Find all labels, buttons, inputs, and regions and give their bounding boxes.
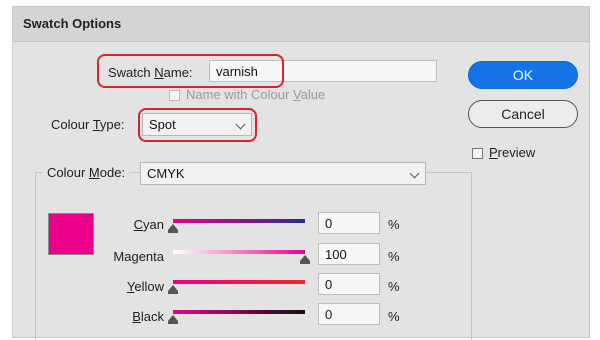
black-slider[interactable] [173, 310, 305, 314]
yellow-unit: % [388, 279, 400, 294]
yellow-slider[interactable] [173, 280, 305, 284]
black-input[interactable] [318, 303, 380, 325]
swatch-name-label: Swatch Name: [108, 65, 193, 80]
cyan-unit: % [388, 217, 400, 232]
preview-label: Preview [489, 145, 536, 160]
name-with-colour-value-checkbox[interactable] [169, 90, 180, 101]
colour-mode-label: Colour Mode: [43, 165, 130, 180]
colour-type-label: Colour Type: [51, 117, 125, 132]
chevron-down-icon [235, 119, 246, 130]
cyan-input[interactable] [318, 212, 380, 234]
ok-button[interactable]: OK [468, 61, 578, 89]
cyan-slider[interactable] [173, 219, 305, 223]
yellow-input[interactable] [318, 273, 380, 295]
magenta-label: Magenta [113, 249, 164, 264]
black-label: Black [132, 309, 164, 324]
cyan-label: Cyan [133, 217, 164, 232]
magenta-unit: % [388, 249, 400, 264]
name-with-colour-value-label: Name with Colour Value [186, 87, 326, 102]
black-slider-thumb[interactable] [168, 315, 178, 324]
magenta-slider[interactable] [173, 250, 305, 254]
swatch-color-preview [48, 213, 94, 255]
preview-checkbox[interactable] [472, 148, 483, 159]
swatch-name-input[interactable] [209, 60, 437, 82]
colour-mode-select[interactable]: CMYK [140, 162, 426, 185]
colour-mode-value: CMYK [147, 166, 185, 181]
black-unit: % [388, 309, 400, 324]
magenta-input[interactable] [318, 243, 380, 265]
cancel-button[interactable]: Cancel [468, 100, 578, 128]
colour-type-select[interactable]: Spot [142, 113, 252, 136]
swatch-options-dialog: Swatch Options Swatch Name: Name with Co… [12, 6, 590, 340]
chevron-down-icon [409, 168, 420, 179]
magenta-slider-thumb[interactable] [300, 255, 310, 264]
title-bar[interactable]: Swatch Options [13, 7, 589, 42]
cyan-slider-thumb[interactable] [168, 224, 178, 233]
dialog-title: Swatch Options [23, 16, 122, 31]
yellow-label: Yellow [126, 279, 164, 294]
colour-type-value: Spot [149, 117, 176, 132]
yellow-slider-thumb[interactable] [168, 285, 178, 294]
